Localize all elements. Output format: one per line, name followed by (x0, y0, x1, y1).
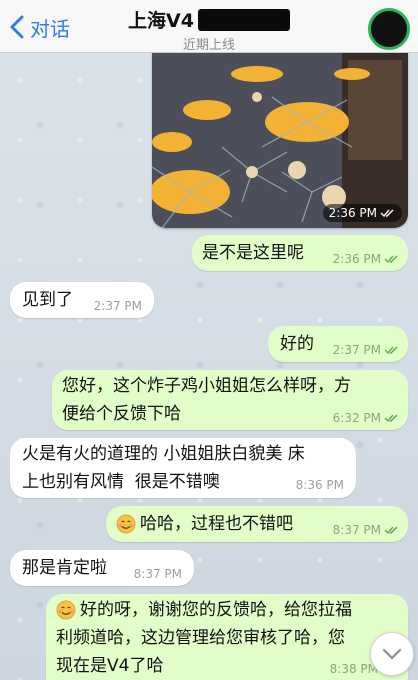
double-check-icon (384, 526, 398, 535)
photo-message[interactable]: 2:36 PM (152, 52, 408, 228)
redaction-block (197, 8, 290, 31)
double-check-icon (384, 255, 398, 264)
outgoing-message[interactable]: 好的呀，谢谢您的反馈哈，给您拉福 利频道哈，这边管理给您审核了哈，您 现在是V4… (46, 594, 408, 680)
message-text: 您好，这个炸子鸡小姐姐怎么样呀，方 便给个反馈下哈 (62, 376, 351, 424)
message-text: 好的呀，谢谢您的反馈哈，给您拉福 利频道哈，这边管理给您审核了哈，您 现在是V4… (56, 600, 352, 676)
last-seen-status: 近期上线 (182, 38, 235, 53)
double-check-icon (384, 346, 398, 355)
outgoing-message[interactable]: 您好，这个炸子鸡小姐姐怎么样呀，方 便给个反馈下哈 6:32 PM (52, 370, 408, 430)
incoming-message[interactable]: 见到了 2:37 PM (10, 282, 154, 318)
message-timestamp: 8:37 PM (333, 523, 400, 537)
message-text: 是不是这里呢 (202, 243, 304, 263)
avatar[interactable] (368, 8, 410, 50)
message-timestamp: 6:32 PM (333, 411, 400, 425)
message-text: 好的 (280, 334, 314, 354)
carpet-photo (152, 52, 408, 228)
message-text: 那是肯定啦 (22, 558, 107, 578)
smiling-face-icon (56, 600, 76, 620)
double-check-icon (384, 414, 398, 423)
message-text: 见到了 (22, 290, 73, 310)
message-timestamp: 2:37 PM (93, 299, 142, 313)
outgoing-message[interactable]: 是不是这里呢 2:36 PM (192, 235, 408, 271)
message-timestamp: 8:36 PM (295, 478, 344, 492)
message-timestamp: 2:37 PM (333, 343, 400, 357)
message-timestamp: 8:37 PM (133, 567, 182, 581)
chat-title[interactable]: 上海V4 (128, 6, 290, 33)
message-text: 哈哈，过程也不错吧 (116, 510, 293, 538)
chat-title-text: 上海V4 (128, 10, 194, 32)
message-timestamp: 8:38 PM (329, 662, 378, 676)
double-check-icon (380, 209, 394, 218)
scroll-down-button[interactable] (370, 632, 414, 676)
smiling-face-icon (116, 514, 136, 534)
message-text: 火是有火的道理的 小姐姐肤白貌美 床 上也别有风情 很是不错噢 (22, 444, 305, 492)
chevron-down-icon (382, 648, 402, 660)
incoming-message[interactable]: 那是肯定啦 8:37 PM (10, 550, 194, 586)
outgoing-message[interactable]: 好的 2:37 PM (268, 326, 408, 362)
message-timestamp: 2:36 PM (333, 252, 400, 266)
chat-header: 对话 上海V4 近期上线 (0, 0, 418, 53)
outgoing-message[interactable]: 哈哈，过程也不错吧 8:37 PM (106, 506, 408, 542)
photo-timestamp: 2:36 PM (322, 204, 402, 222)
incoming-message[interactable]: 火是有火的道理的 小姐姐肤白貌美 床 上也别有风情 很是不错噢 8:36 PM (10, 438, 356, 498)
